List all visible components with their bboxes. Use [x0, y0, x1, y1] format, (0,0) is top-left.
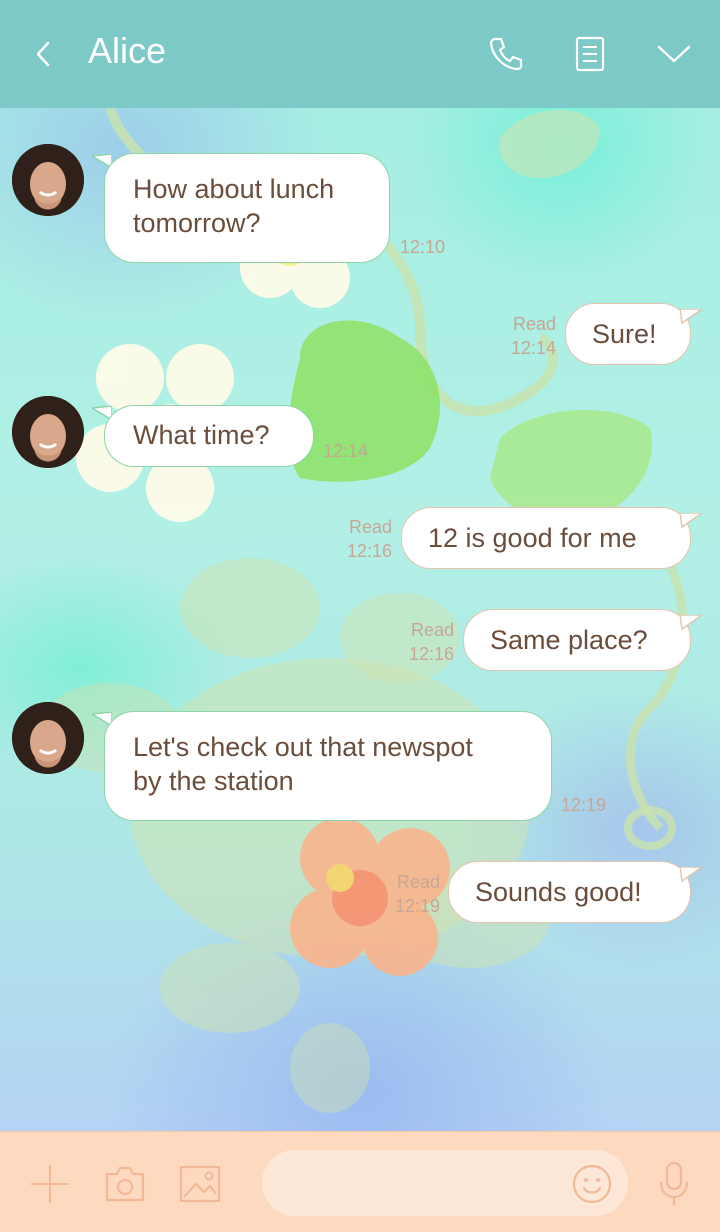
- message-time: 12:19: [394, 896, 440, 916]
- read-receipt: Read: [410, 620, 454, 640]
- message-time: 12:19: [561, 795, 607, 815]
- chevron-down-icon: [657, 45, 691, 63]
- message-text: Sounds good!: [475, 877, 642, 907]
- message-time: 12:16: [408, 644, 454, 664]
- camera-icon: [105, 1166, 145, 1202]
- message-text-line: by the station: [133, 766, 294, 796]
- message-time: 12:14: [323, 441, 369, 461]
- message-bubble-incoming[interactable]: Let's check out that newspot by the stat…: [104, 711, 552, 821]
- read-receipt: Read: [512, 314, 556, 334]
- message-text: 12 is good for me: [428, 523, 637, 553]
- bubble-tail: [680, 309, 702, 325]
- message-time: 12:16: [346, 541, 392, 561]
- chat-header: Alice: [0, 0, 720, 108]
- message-time: 12:10: [400, 237, 446, 257]
- contact-avatar[interactable]: [12, 702, 84, 774]
- avatar-photo: [12, 702, 84, 774]
- message-bubble-outgoing[interactable]: Sounds good!: [448, 861, 691, 923]
- plus-icon: [31, 1165, 69, 1203]
- message-bubble-outgoing[interactable]: Sure!: [565, 303, 691, 365]
- message-text-line: How about lunch: [133, 174, 335, 204]
- voice-button[interactable]: [648, 1158, 700, 1210]
- notes-button[interactable]: [566, 30, 614, 78]
- message-bubble-outgoing[interactable]: Same place?: [463, 609, 691, 671]
- emoji-icon: [572, 1164, 612, 1204]
- bubble-tail: [680, 615, 702, 631]
- bubble-tail: [680, 867, 702, 883]
- image-button[interactable]: [174, 1158, 226, 1210]
- call-button[interactable]: [482, 30, 530, 78]
- contact-avatar[interactable]: [12, 144, 84, 216]
- microphone-icon: [659, 1161, 689, 1205]
- message-bubble-outgoing[interactable]: 12 is good for me: [401, 507, 691, 569]
- message-composer: [0, 1131, 720, 1232]
- chevron-left-icon: [36, 41, 50, 67]
- message-time: 12:14: [510, 338, 556, 358]
- message-text-line: tomorrow?: [133, 208, 261, 238]
- message-text: Sure!: [592, 319, 657, 349]
- camera-button[interactable]: [99, 1158, 151, 1210]
- message-text-line: Let's check out that newspot: [133, 732, 473, 762]
- menu-toggle-button[interactable]: [650, 30, 698, 78]
- read-receipt: Read: [348, 517, 392, 537]
- message-bubble-incoming[interactable]: What time?: [104, 405, 314, 467]
- message-bubble-incoming[interactable]: How about lunch tomorrow?: [104, 153, 390, 263]
- message-text: What time?: [133, 420, 270, 450]
- message-text: Same place?: [490, 625, 648, 655]
- back-button[interactable]: [28, 34, 58, 74]
- read-receipt: Read: [396, 872, 440, 892]
- emoji-button[interactable]: [566, 1158, 618, 1210]
- chat-title: Alice: [88, 30, 167, 71]
- add-button[interactable]: [24, 1158, 76, 1210]
- contact-avatar[interactable]: [12, 396, 84, 468]
- bubble-tail: [680, 513, 702, 529]
- chat-area[interactable]: How about lunch tomorrow? 12:10 Read 12:…: [0, 108, 720, 1131]
- notes-icon: [575, 36, 605, 72]
- avatar-photo: [12, 396, 84, 468]
- phone-icon: [489, 37, 523, 71]
- avatar-photo: [12, 144, 84, 216]
- image-icon: [179, 1165, 221, 1203]
